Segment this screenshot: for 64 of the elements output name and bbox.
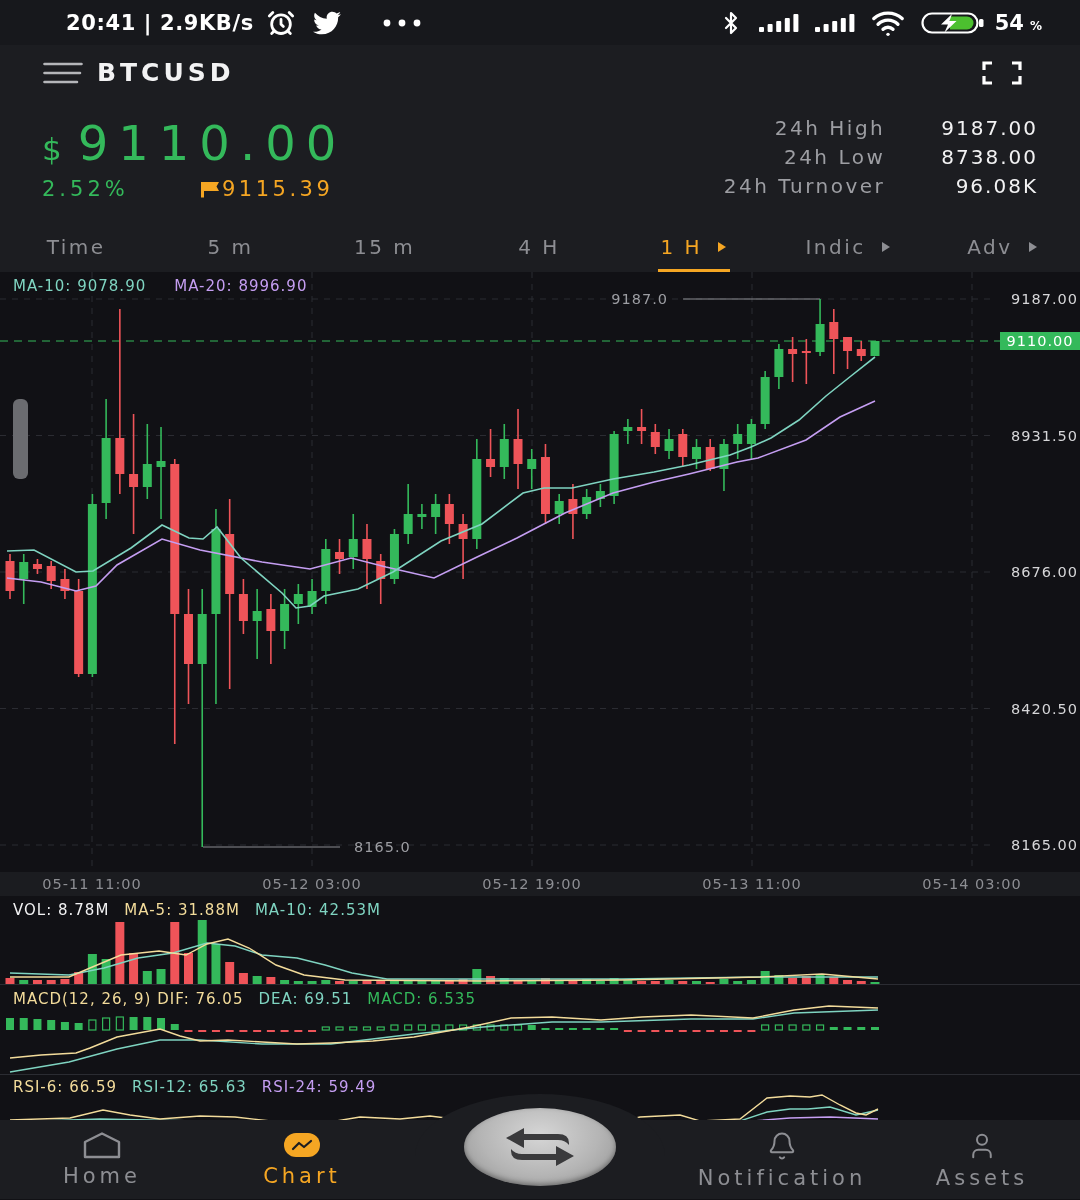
indicator-label: MACD: 6.535 <box>367 990 476 1008</box>
battery-unit: % <box>1029 18 1042 33</box>
time-axis-label: 05-12 03:00 <box>262 876 362 892</box>
indicator-label: MA-10: 42.53M <box>254 901 381 919</box>
indicator-label: DEA: 69.51 <box>258 990 353 1008</box>
stat-label: 24h High <box>773 115 886 142</box>
stat-value: 8738.00 <box>941 144 1038 171</box>
caret-icon <box>718 242 727 252</box>
signal-icon <box>814 13 855 32</box>
bell-icon <box>767 1131 797 1161</box>
alarm-clock-icon <box>266 8 295 37</box>
indicator-label: RSI-24: 59.49 <box>261 1078 377 1096</box>
indicator-label: MA-5: 31.88M <box>124 901 240 919</box>
timeframe-tab[interactable]: Indic <box>803 222 894 272</box>
low-price-label: 8165.0 <box>354 839 411 855</box>
flag-icon <box>200 180 220 198</box>
time-axis-label: 05-11 11:00 <box>42 876 142 892</box>
indicator-label: MA-20: 8996.90 <box>174 277 308 295</box>
indicator-label: RSI-12: 65.63 <box>132 1078 247 1096</box>
stat-value: 9187.00 <box>941 115 1038 142</box>
time-axis-label: 05-14 03:00 <box>922 876 1022 892</box>
status-text: 20:41 | 2.9KB/s <box>66 10 254 35</box>
scroll-handle[interactable] <box>13 399 28 479</box>
more-icon <box>382 18 421 27</box>
time-axis-label: 05-13 11:00 <box>702 876 802 892</box>
menu-icon[interactable] <box>43 61 83 84</box>
nav-item[interactable]: Chart <box>259 1120 341 1188</box>
signal-icon <box>758 13 799 32</box>
timeframe-tab[interactable]: Time <box>44 222 110 272</box>
caret-icon <box>881 242 890 252</box>
chart-icon <box>282 1131 322 1159</box>
timeframe-tab[interactable]: 1 H <box>658 222 731 272</box>
stat-label: 24h Low <box>782 144 886 171</box>
timeframe-tab[interactable]: 5 m <box>205 222 258 272</box>
indicator-label: MACD(12, 26, 9) DIF: 76.05 <box>13 990 244 1008</box>
price-change: 2.52% <box>42 177 130 201</box>
indicator-label: VOL: 8.78M <box>13 901 110 919</box>
last-price-tag: 9110.00 <box>1000 332 1080 350</box>
symbol-title: BTCUSD <box>97 58 235 87</box>
nav-item[interactable]: Assets <box>931 1120 1029 1190</box>
home-icon <box>82 1131 122 1159</box>
last-price: 9110.00 <box>77 114 347 173</box>
high-price-label: 9187.0 <box>611 291 668 307</box>
timeframe-tab[interactable]: 15 m <box>352 222 420 272</box>
nav-item[interactable]: Notification <box>693 1120 867 1190</box>
time-axis-label: 05-12 19:00 <box>482 876 582 892</box>
nav-item[interactable]: Home <box>59 1120 141 1188</box>
price-axis-label: 8165.00 <box>1011 837 1078 853</box>
indicator-label: MA-10: 9078.90 <box>13 277 147 295</box>
stat-value: 96.08K <box>954 173 1038 200</box>
price-axis-label: 8676.00 <box>1011 564 1078 580</box>
currency-symbol: $ <box>42 130 62 169</box>
indicator-label: RSI-6: 66.59 <box>13 1078 118 1096</box>
price-axis-label: 8420.50 <box>1011 700 1078 717</box>
price-axis-label: 9187.00 <box>1011 291 1078 307</box>
timeframe-tab[interactable]: 4 H <box>516 222 564 272</box>
timeframe-tab[interactable]: Adv <box>965 222 1041 272</box>
stat-label: 24h Turnover <box>723 173 886 200</box>
price-axis-label: 8931.50 <box>1011 427 1078 444</box>
battery-percent: 54 <box>994 10 1024 35</box>
battery-icon <box>920 10 985 35</box>
caret-icon <box>1028 242 1037 252</box>
mark-price: 9115.39 <box>222 177 334 201</box>
fullscreen-icon[interactable] <box>982 60 1022 85</box>
